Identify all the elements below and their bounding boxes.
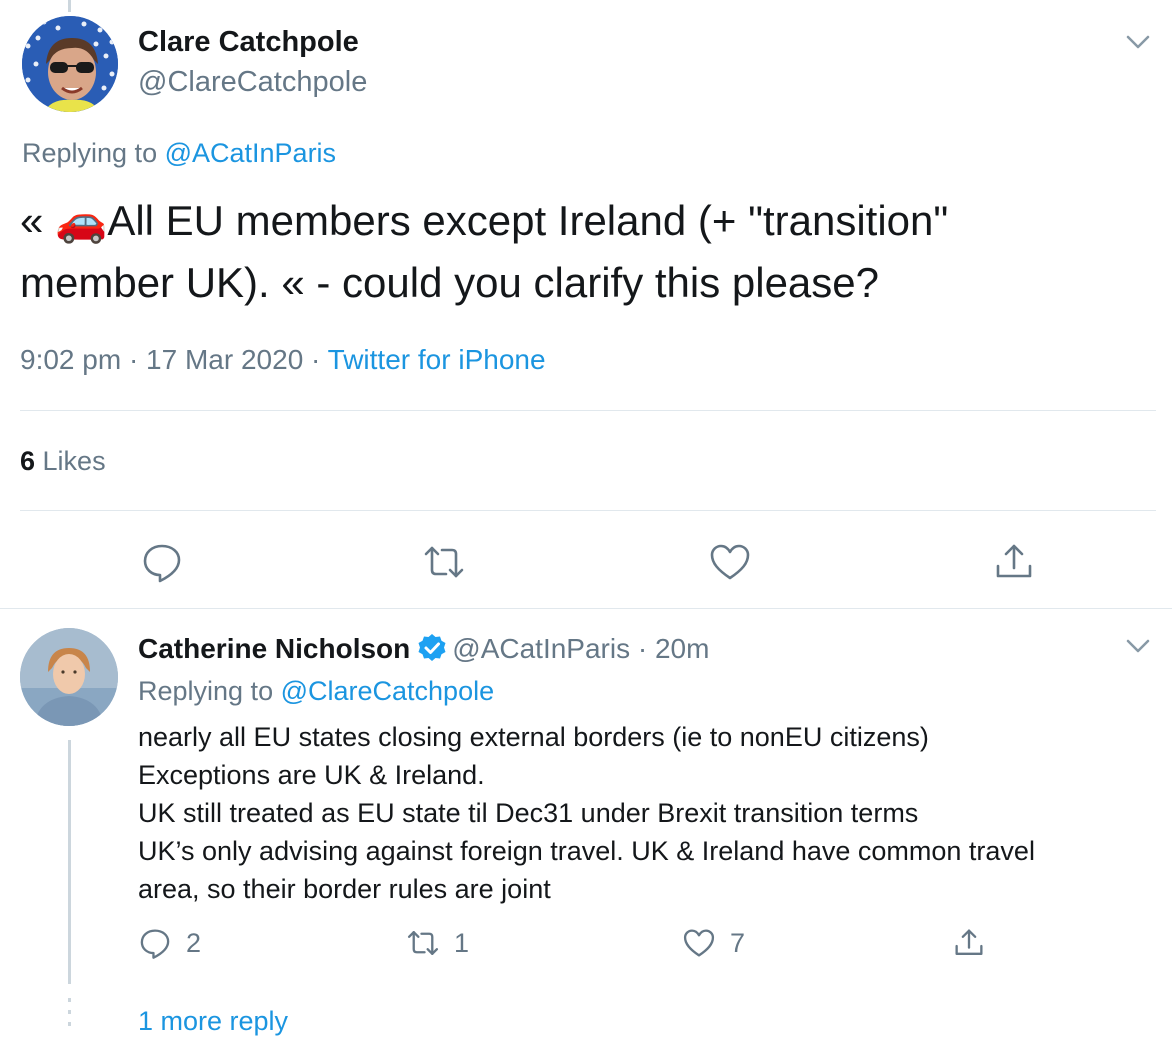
tweet-text-line: member UK). « - could you clarify this p…	[20, 259, 880, 306]
chevron-down-icon[interactable]	[1122, 26, 1154, 58]
thread-dot	[68, 1022, 71, 1026]
share-icon	[955, 929, 983, 955]
reply-text-line: area, so their border rules are joint	[138, 874, 551, 904]
retweet-icon	[407, 931, 439, 955]
reply-text: nearly all EU states closing external bo…	[138, 718, 1128, 908]
more-replies-link[interactable]: 1 more reply	[138, 1006, 288, 1037]
thread-dot	[68, 998, 71, 1002]
reply-text-line: UK’s only advising against foreign trave…	[138, 836, 1035, 866]
reply-time-separator: ·	[630, 633, 655, 664]
share-button[interactable]	[952, 926, 986, 960]
retweet-count: 1	[454, 927, 470, 958]
avatar[interactable]	[20, 628, 118, 726]
tweet-timestamp[interactable]: 9:02 pm · 17 Mar 2020 ·	[20, 344, 328, 375]
reply-icon[interactable]	[140, 540, 184, 584]
replying-to-link[interactable]: @ClareCatchpole	[281, 676, 495, 706]
reply-author-name[interactable]: Catherine Nicholson	[138, 633, 410, 664]
share-icon[interactable]	[992, 540, 1036, 584]
thread-line	[68, 740, 71, 984]
replying-to-prefix: Replying to	[138, 676, 281, 706]
author-name[interactable]: Clare Catchpole	[138, 26, 359, 59]
reply-replying-to: Replying to @ClareCatchpole	[138, 676, 494, 707]
reply-count: 2	[186, 927, 202, 958]
tweet-text: « 🚗All EU members except Ireland (+ "tra…	[20, 190, 1140, 314]
thread-dot	[68, 1010, 71, 1014]
reply-button[interactable]: 2	[138, 926, 201, 960]
likes-label: Likes	[35, 446, 106, 476]
reply-text-line: Exceptions are UK & Ireland.	[138, 760, 485, 790]
reply-icon	[140, 929, 170, 959]
divider	[20, 410, 1156, 411]
reply-header: Catherine Nicholson @ACatInParis · 20m	[138, 632, 709, 665]
tweet-source[interactable]: Twitter for iPhone	[328, 344, 546, 375]
tweet-meta: 9:02 pm · 17 Mar 2020 · Twitter for iPho…	[20, 344, 546, 376]
thread-line-top	[68, 0, 71, 12]
reply-timestamp[interactable]: 20m	[655, 633, 709, 664]
like-button[interactable]: 7	[682, 926, 745, 960]
chevron-down-icon[interactable]	[1122, 630, 1154, 662]
avatar[interactable]	[22, 16, 118, 112]
likes-stat[interactable]: 6 Likes	[20, 446, 106, 477]
likes-count: 6	[20, 446, 36, 476]
replying-to: Replying to @ACatInParis	[22, 138, 336, 169]
reply-author-handle[interactable]: @ACatInParis	[452, 633, 630, 664]
like-icon	[683, 929, 715, 957]
like-count: 7	[730, 927, 746, 958]
divider	[0, 608, 1172, 609]
replying-to-link[interactable]: @ACatInParis	[165, 138, 336, 168]
like-icon[interactable]	[708, 540, 752, 584]
reply-text-line: UK still treated as EU state til Dec31 u…	[138, 798, 919, 828]
replying-to-prefix: Replying to	[22, 138, 165, 168]
author-handle[interactable]: @ClareCatchpole	[138, 66, 367, 99]
reply-text-line: nearly all EU states closing external bo…	[138, 722, 929, 752]
tweet-text-line: « 🚗All EU members except Ireland (+ "tra…	[20, 197, 949, 244]
retweet-icon[interactable]	[422, 540, 466, 584]
divider	[20, 510, 1156, 511]
retweet-button[interactable]: 1	[406, 926, 469, 960]
verified-badge-icon	[418, 634, 446, 661]
